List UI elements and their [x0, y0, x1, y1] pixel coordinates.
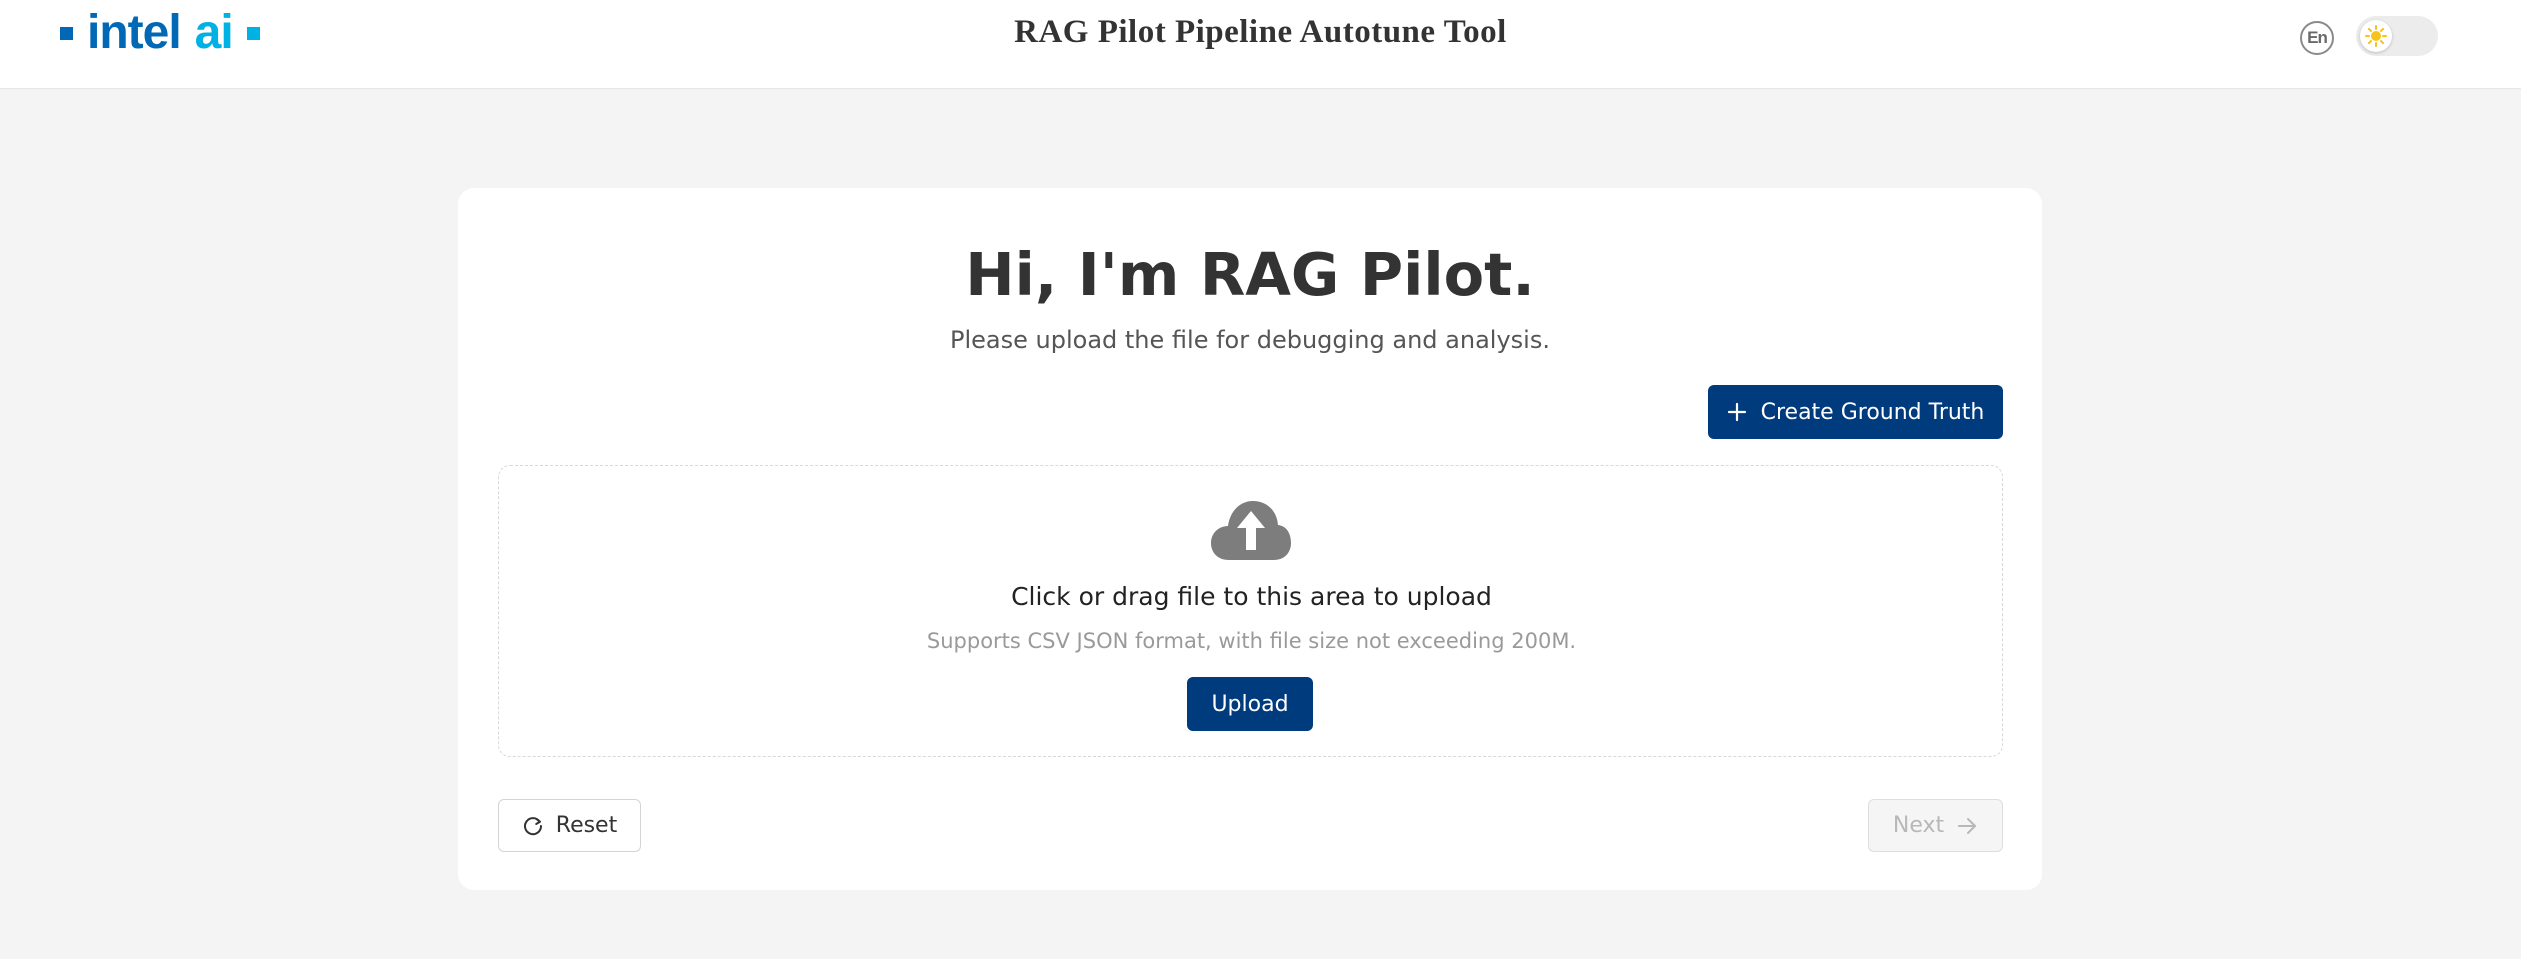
- reset-icon: [523, 816, 542, 835]
- plus-icon: [1727, 402, 1746, 422]
- reset-label: Reset: [555, 813, 618, 838]
- main-card: Hi, I'm RAG Pilot. Please upload the fil…: [458, 188, 2042, 890]
- page-subtitle: Please upload the file for debugging and…: [950, 326, 1550, 354]
- create-ground-truth-label: Create Ground Truth: [1760, 399, 1985, 425]
- sun-icon: [2365, 25, 2387, 47]
- create-ground-truth-button[interactable]: Create Ground Truth: [1708, 385, 2003, 439]
- top-bar: intel ai RAG Pilot Pipeline Autotune Too…: [0, 0, 2521, 89]
- theme-toggle[interactable]: [2356, 16, 2438, 56]
- file-dropzone[interactable]: Click or drag file to this area to uploa…: [498, 465, 2003, 757]
- page-title: Hi, I'm RAG Pilot.: [965, 240, 1535, 309]
- next-label: Next: [1892, 813, 1945, 838]
- app-title: RAG Pilot Pipeline Autotune Tool: [1014, 14, 1507, 50]
- language-switch-button[interactable]: En: [2300, 21, 2334, 55]
- reset-button[interactable]: Reset: [498, 799, 641, 852]
- upload-button[interactable]: Upload: [1187, 677, 1313, 731]
- arrow-right-icon: [1958, 817, 1977, 834]
- dropzone-hint: Supports CSV JSON format, with file size…: [926, 629, 1577, 653]
- language-label: En: [2307, 28, 2328, 47]
- theme-toggle-knob: [2360, 20, 2392, 52]
- cloud-upload-icon: [1211, 501, 1291, 560]
- next-button[interactable]: Next: [1868, 799, 2003, 852]
- dropzone-title: Click or drag file to this area to uploa…: [1011, 582, 1492, 611]
